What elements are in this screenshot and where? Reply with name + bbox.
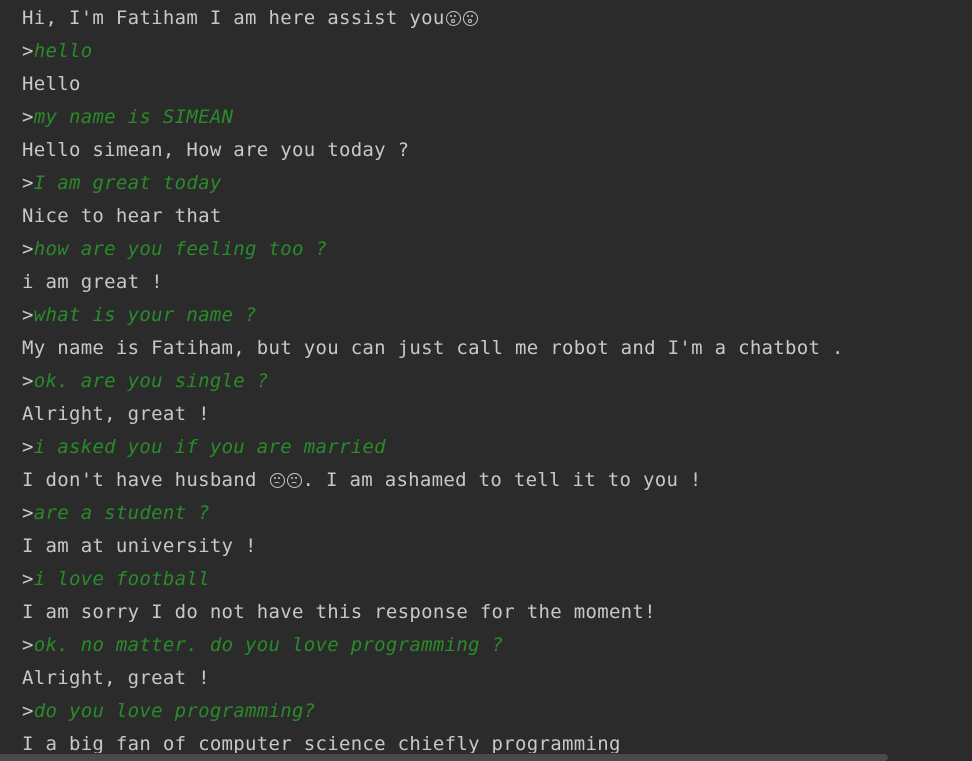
console-line-output: My name is Fatiham, but you can just cal… [22, 335, 964, 368]
console-line-output: I am sorry I do not have this response f… [22, 599, 964, 632]
user-input: how are you feeling too ? [33, 238, 328, 260]
console-line-input: >i asked you if you are married [22, 434, 964, 467]
console-line-output: Nice to hear that [22, 203, 964, 236]
user-input: do you love programming? [33, 700, 316, 722]
prompt-symbol: > [22, 436, 34, 458]
bot-message: Hello [22, 73, 81, 95]
user-input: ok. no matter. do you love programming ? [33, 634, 504, 656]
console-output-panel[interactable]: Hi, I'm Fatiham I am here assist you >he… [0, 0, 972, 761]
user-input: I am great today [33, 172, 222, 194]
user-input: i asked you if you are married [33, 436, 386, 458]
user-input: are a student ? [33, 502, 210, 524]
bot-message: Nice to hear that [22, 205, 222, 227]
prompt-symbol: > [22, 370, 34, 392]
console-line-input: >what is your name ? [22, 302, 964, 335]
bot-message: Hello simean, How are you today ? [22, 139, 410, 161]
horizontal-scrollbar[interactable] [0, 753, 972, 761]
bot-message: i am great ! [22, 271, 163, 293]
bot-message: I am at university ! [22, 535, 257, 557]
console-line-input: >ok. no matter. do you love programming … [22, 632, 964, 665]
user-input: hello [33, 40, 93, 62]
bot-message: Alright, great ! [22, 403, 210, 425]
console-line-output: I am at university ! [22, 533, 964, 566]
bot-message: Alright, great ! [22, 667, 210, 689]
prompt-symbol: > [22, 700, 34, 722]
horizontal-scrollbar-thumb[interactable] [0, 754, 888, 761]
console-line-output: Hi, I'm Fatiham I am here assist you [22, 5, 964, 38]
console-line-input: >I am great today [22, 170, 964, 203]
prompt-symbol: > [22, 502, 34, 524]
bot-message: I a big fan of computer science chiefly … [22, 733, 621, 755]
user-input: ok. are you single ? [33, 370, 269, 392]
console-line-input: >my name is SIMEAN [22, 104, 964, 137]
bot-message-continuation: . I am ashamed to tell it to you ! [302, 469, 702, 491]
worried-face-icon [286, 473, 302, 488]
console-line-input: >ok. are you single ? [22, 368, 964, 401]
bot-message: My name is Fatiham, but you can just cal… [22, 337, 844, 359]
console-line-output: Hello simean, How are you today ? [22, 137, 964, 170]
prompt-symbol: > [22, 172, 34, 194]
prompt-symbol: > [22, 238, 34, 260]
surprised-face-icon [445, 11, 461, 26]
prompt-symbol: > [22, 106, 34, 128]
console-line-output: Hello [22, 71, 964, 104]
console-line-input: >hello [22, 38, 964, 71]
console-lines: Hi, I'm Fatiham I am here assist you >he… [22, 5, 964, 761]
console-line-output: Alright, great ! [22, 401, 964, 434]
prompt-symbol: > [22, 304, 34, 326]
console-line-input: >i love football [22, 566, 964, 599]
console-line-output: Alright, great ! [22, 665, 964, 698]
console-line-output: I don't have husband . I am ashamed to t… [22, 467, 964, 500]
prompt-symbol: > [22, 40, 34, 62]
bot-message: Hi, I'm Fatiham I am here assist you [22, 7, 445, 29]
console-line-input: >how are you feeling too ? [22, 236, 964, 269]
console-line-input: >do you love programming? [22, 698, 964, 731]
worried-face-icon [269, 473, 285, 488]
user-input: my name is SIMEAN [33, 106, 234, 128]
user-input: i love football [33, 568, 210, 590]
bot-message: I am sorry I do not have this response f… [22, 601, 656, 623]
prompt-symbol: > [22, 634, 34, 656]
surprised-face-icon [462, 11, 478, 26]
bot-message: I don't have husband [22, 469, 269, 491]
console-line-output: i am great ! [22, 269, 964, 302]
user-input: what is your name ? [33, 304, 257, 326]
prompt-symbol: > [22, 568, 34, 590]
console-line-input: >are a student ? [22, 500, 964, 533]
